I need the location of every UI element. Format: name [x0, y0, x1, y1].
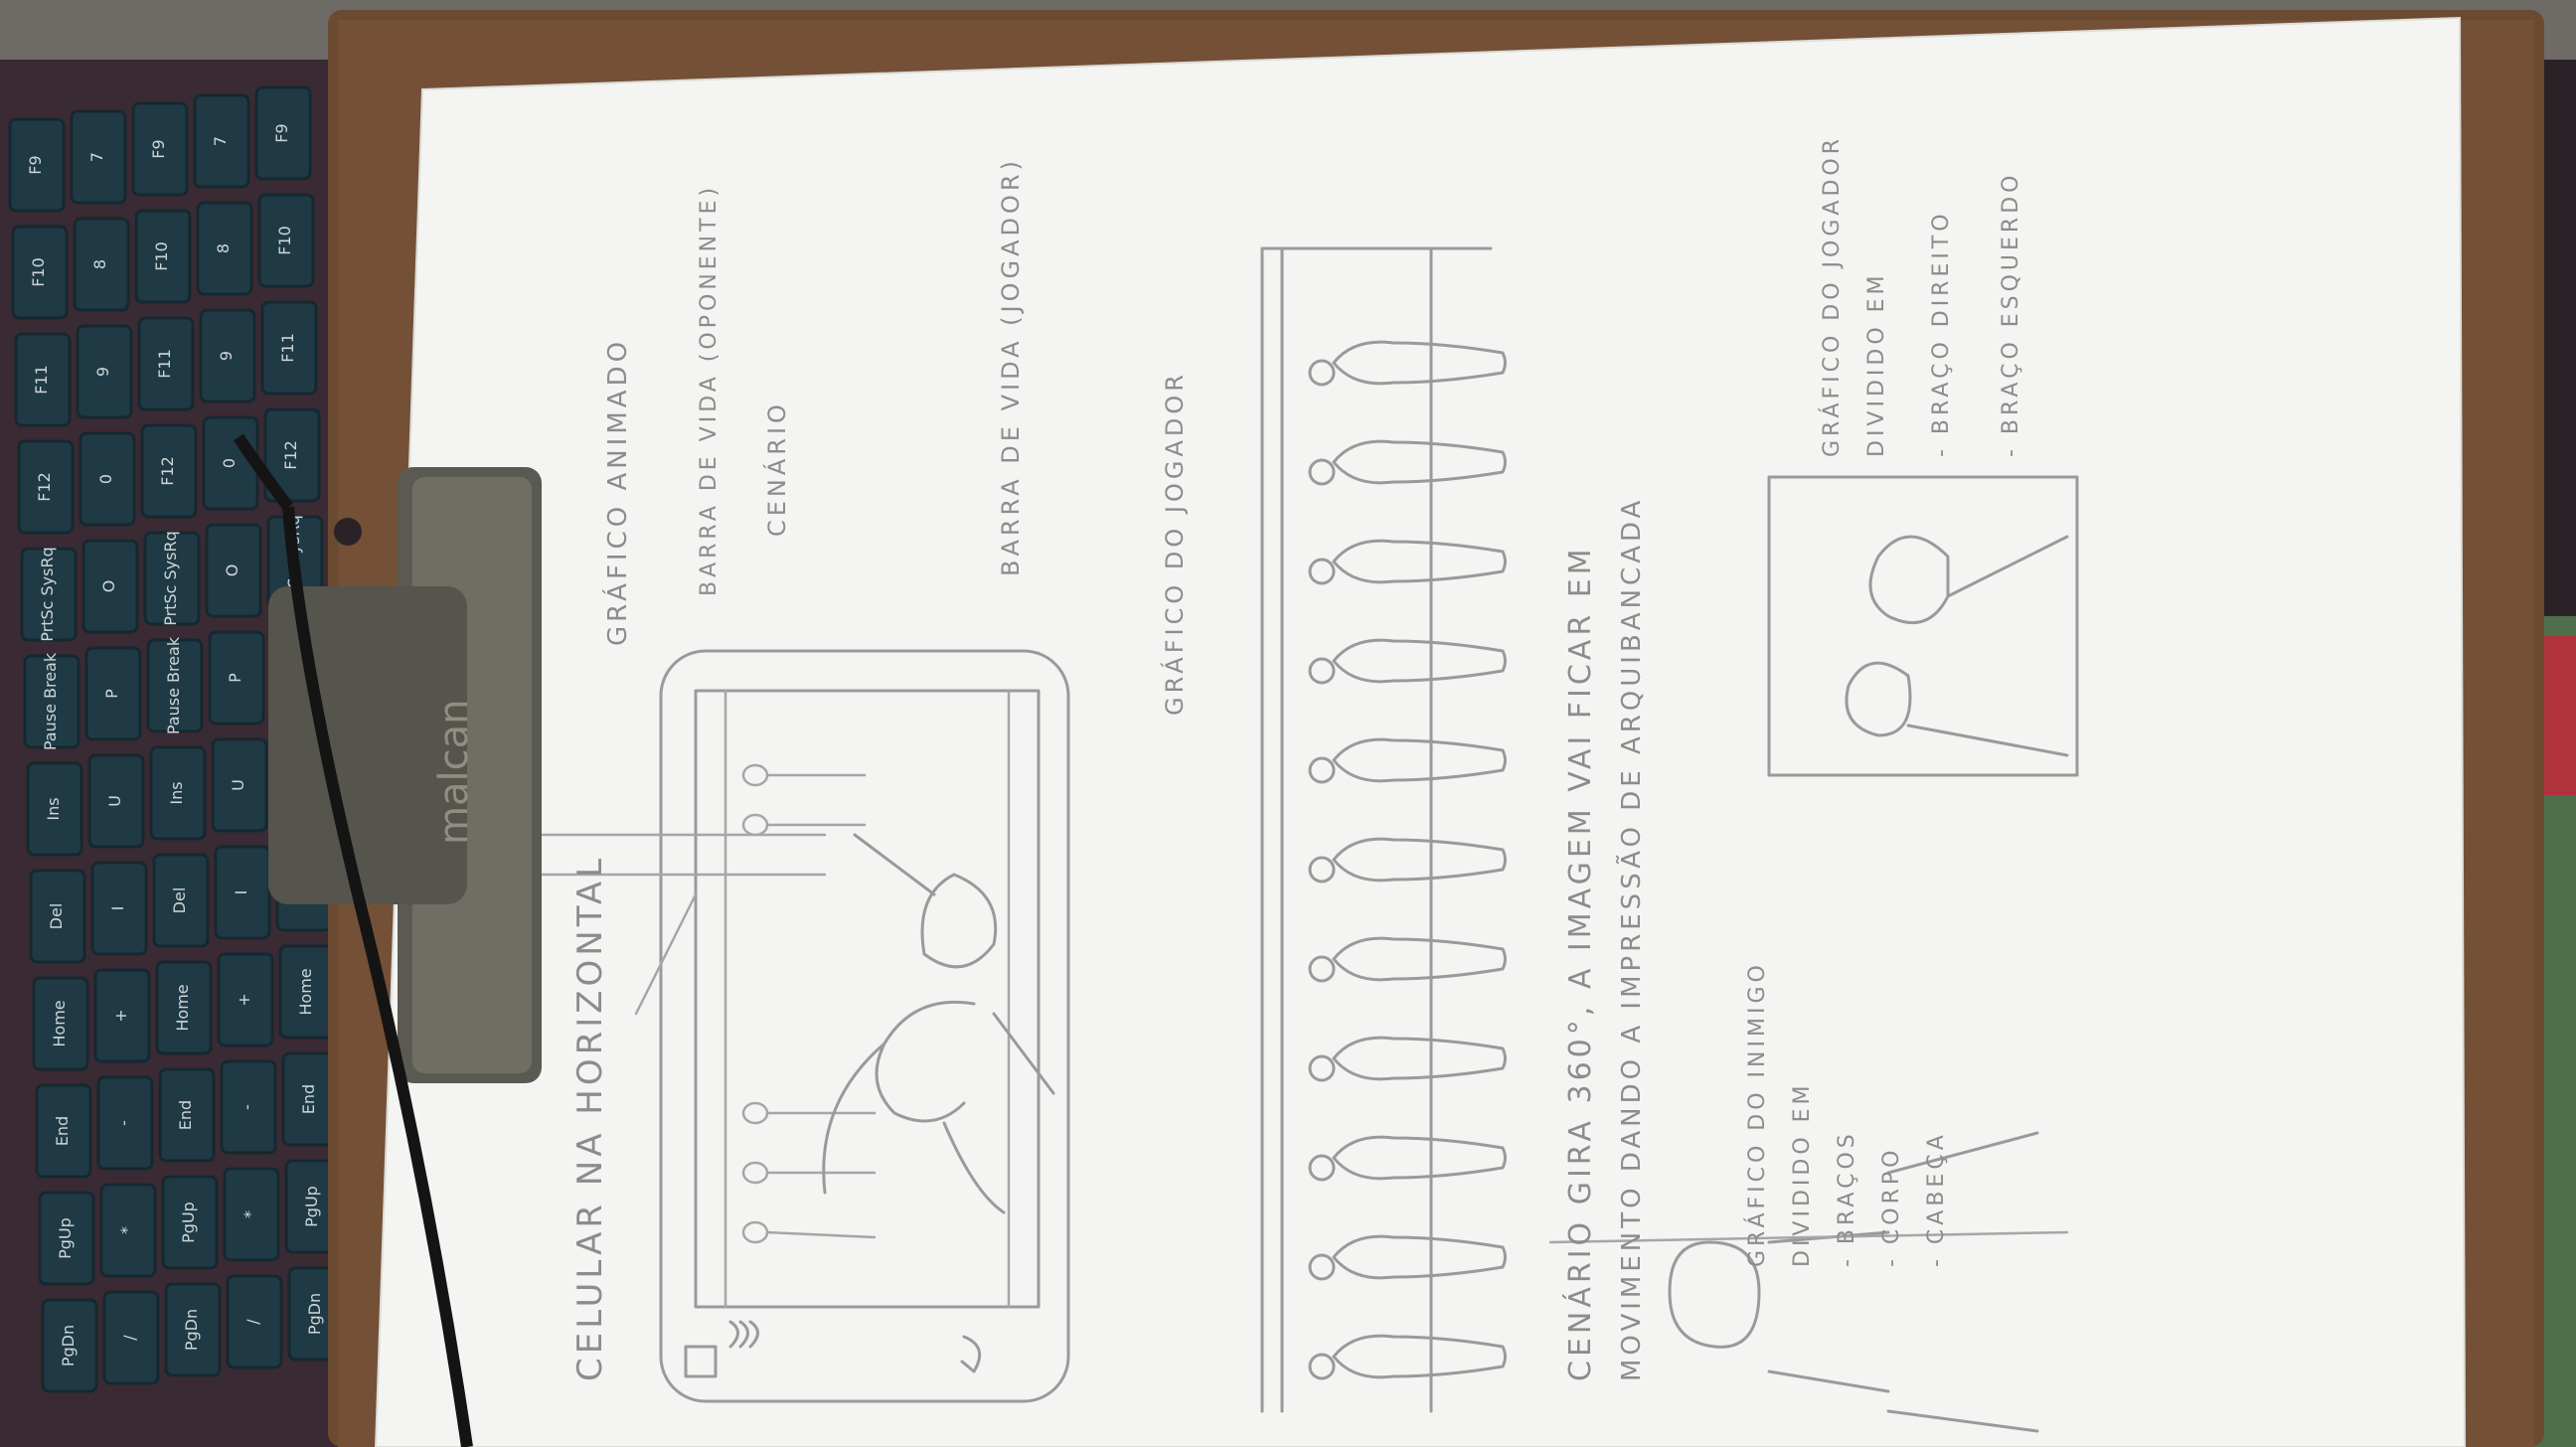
keyboard-key-label: Pause Break	[164, 636, 183, 734]
svg-text:- BRAÇOS: - BRAÇOS	[1835, 1130, 1859, 1267]
label-cenario: CENÁRIO	[762, 401, 791, 537]
keyboard-key-label: F10	[29, 257, 48, 287]
keyboard-key-label: P	[102, 689, 121, 699]
keyboard-key-label: *	[117, 1226, 136, 1234]
keyboard-key-label: I	[232, 890, 250, 895]
keyboard-key-label: F11	[278, 333, 297, 363]
keyboard-key-label: 9	[217, 351, 236, 361]
keyboard-key-label: F9	[149, 139, 168, 158]
keyboard-key-label: F12	[281, 440, 300, 470]
keyboard-key-label: Del	[47, 903, 66, 930]
keyboard-key-label: U	[229, 779, 247, 791]
keyboard-key-label: 8	[214, 243, 233, 253]
svg-text:- CABEÇA: - CABEÇA	[1924, 1131, 1949, 1267]
keyboard-key-label: +	[235, 993, 253, 1006]
keyboard-key-label: 0	[96, 474, 115, 484]
label-grafico-jogador: GRÁFICO DO JOGADOR	[1160, 371, 1189, 716]
keyboard-key-label: F12	[158, 456, 177, 486]
keyboard-key-label: PgDn	[59, 1325, 78, 1367]
keyboard-key-label: PgUp	[179, 1202, 198, 1243]
svg-text:GRÁFICO DO JOGADOR: GRÁFICO DO JOGADOR	[1819, 135, 1845, 457]
keyboard-key-label: *	[241, 1210, 259, 1218]
keyboard-key-label: F11	[155, 349, 174, 379]
title-note: CELULAR NA HORIZONTAL	[570, 855, 610, 1381]
keyboard-key-label: F12	[35, 472, 54, 502]
clip-brand-label: malcan	[431, 700, 477, 845]
keyboard-key-label: F9	[26, 155, 45, 174]
label-grafico-animado: GRÁFICO ANIMADO	[601, 338, 633, 646]
keyboard-key-label: U	[105, 795, 124, 807]
label-barra-vida-jogador: BARRA DE VIDA (JOGADOR)	[997, 157, 1025, 576]
svg-text:DIVIDIDO EM: DIVIDIDO EM	[1864, 271, 1889, 457]
keyboard-key-label: F10	[275, 226, 294, 255]
keyboard-key-label: /	[243, 1319, 262, 1325]
keyboard-key-label: O	[99, 580, 118, 593]
svg-text:GRÁFICO DO INIMIGO: GRÁFICO DO INIMIGO	[1744, 961, 1770, 1267]
keyboard-key-label: Del	[170, 887, 189, 914]
keyboard-key-label: End	[299, 1084, 318, 1114]
paper-sheet	[376, 18, 2465, 1447]
keyboard-key-label: 9	[93, 367, 112, 377]
keyboard-key-label: -	[238, 1104, 256, 1110]
keyboard-key-label: +	[111, 1009, 130, 1022]
keyboard-key-label: O	[223, 564, 242, 577]
keyboard-key-label: End	[176, 1100, 195, 1130]
keyboard-key-label: Home	[173, 984, 192, 1031]
keyboard-key-label: PrtSc SysRq	[161, 531, 180, 626]
keyboard-key-label: F10	[152, 241, 171, 271]
svg-text:- BRAÇO DIREITO: - BRAÇO DIREITO	[1929, 210, 1954, 457]
label-barra-vida-oponente: BARRA DE VIDA (OPONENTE)	[697, 184, 722, 596]
keyboard-key-label: /	[120, 1335, 139, 1341]
keyboard-key-label: PgUp	[302, 1186, 321, 1227]
caption-line-1: CENÁRIO GIRA 360°, A IMAGEM VAI FICAR EM	[1562, 545, 1598, 1381]
svg-text:- BRAÇO ESQUERDO: - BRAÇO ESQUERDO	[1999, 172, 2023, 457]
caption-line-2: MOVIMENTO DANDO A IMPRESSÃO DE ARQUIBANC…	[1615, 497, 1647, 1381]
keyboard-key-label: 7	[211, 136, 230, 146]
keyboard-key-label: PrtSc SysRq	[38, 547, 57, 642]
keyboard-key-label: I	[108, 906, 127, 911]
keyboard-key-label: P	[226, 673, 244, 683]
keyboard-key-label: Ins	[44, 797, 63, 820]
keyboard-key-label: 7	[87, 152, 106, 162]
keyboard-key-label: Pause Break	[41, 652, 60, 750]
keyboard-key-label: 0	[220, 458, 239, 468]
keyboard-key-label: PgDn	[182, 1309, 201, 1351]
keyboard-key-label: Home	[296, 968, 315, 1015]
keyboard-key-label: End	[53, 1116, 72, 1146]
keyboard-key-label: Home	[50, 1000, 69, 1046]
svg-text:DIVIDIDO EM: DIVIDIDO EM	[1790, 1081, 1815, 1267]
keyboard-key-label: 8	[90, 259, 109, 269]
keyboard-key-label: F9	[272, 123, 291, 142]
keyboard-key-label: -	[114, 1120, 133, 1126]
photo-scene: F9 F10 F11 F12 PrtSc SysRq Pause Break Ins Del H…	[0, 0, 2576, 1447]
keyboard-key-label: PgUp	[56, 1217, 75, 1259]
svg-text:- CORPO: - CORPO	[1879, 1147, 1904, 1267]
keyboard-key-label: PgDn	[305, 1293, 324, 1335]
keyboard-key-label: Ins	[167, 781, 186, 804]
keyboard-key-label: F11	[32, 365, 51, 395]
